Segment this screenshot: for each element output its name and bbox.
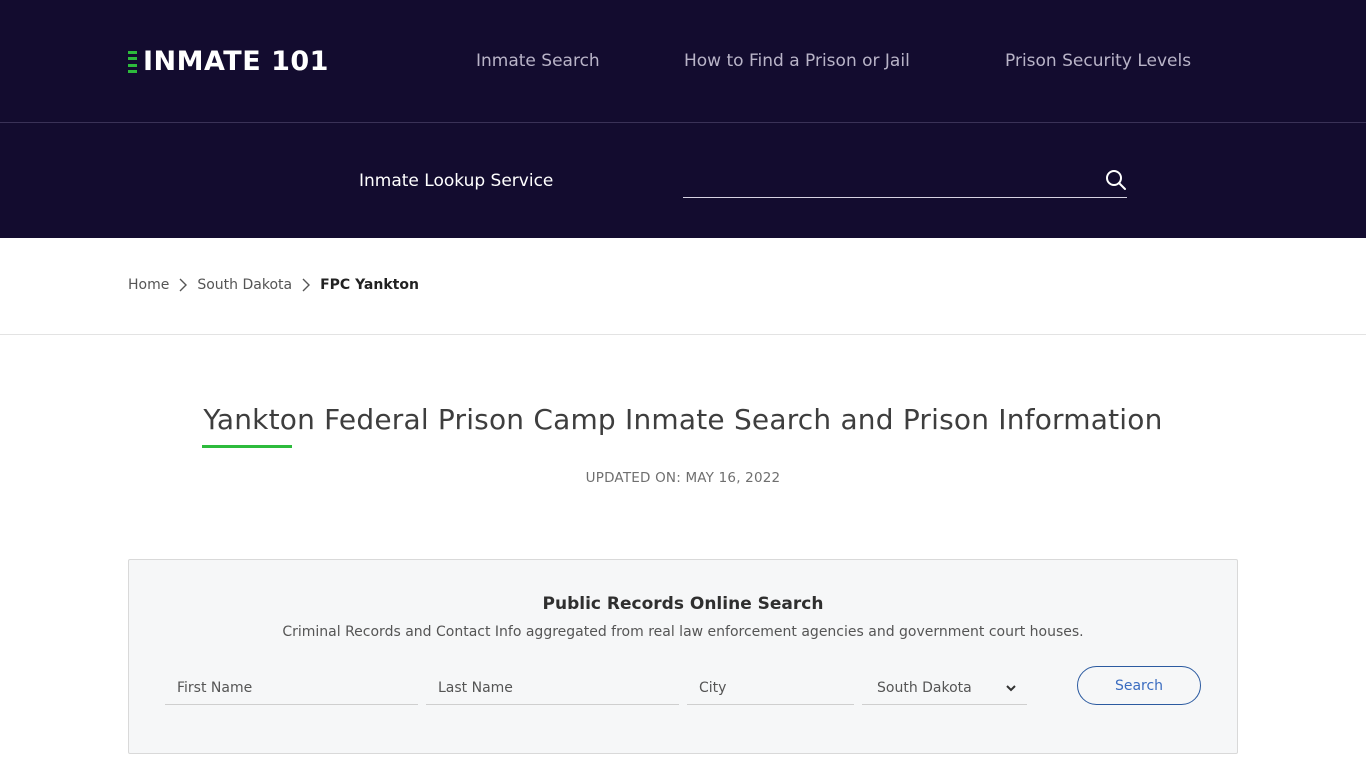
- state-select[interactable]: South Dakota: [862, 671, 1027, 705]
- state-select-value: South Dakota: [877, 679, 972, 696]
- breadcrumb-divider: [0, 334, 1366, 335]
- search-icon[interactable]: [1105, 169, 1127, 191]
- city-field: [687, 671, 854, 705]
- chevron-right-icon: [302, 278, 311, 292]
- logo[interactable]: INMATE 101: [128, 47, 329, 77]
- title-underline: [202, 445, 292, 448]
- breadcrumb-home[interactable]: Home: [128, 277, 169, 293]
- search-button[interactable]: Search: [1077, 666, 1201, 705]
- card-title: Public Records Online Search: [542, 594, 824, 614]
- nav-how-to-find-prison[interactable]: How to Find a Prison or Jail: [684, 48, 910, 74]
- first-name-field: [165, 671, 418, 705]
- first-name-input[interactable]: [165, 671, 418, 704]
- logo-bars-icon: [128, 51, 137, 73]
- chevron-down-icon: [1006, 684, 1016, 691]
- site-header: INMATE 101 Inmate Search How to Find a P…: [0, 0, 1366, 238]
- updated-date: UPDATED ON: MAY 16, 2022: [585, 470, 781, 486]
- breadcrumb-current: FPC Yankton: [320, 277, 419, 293]
- city-input[interactable]: [687, 671, 854, 704]
- card-subtitle: Criminal Records and Contact Info aggreg…: [282, 624, 1084, 640]
- chevron-right-icon: [179, 278, 188, 292]
- breadcrumb-south-dakota[interactable]: South Dakota: [197, 277, 292, 293]
- logo-text: INMATE 101: [143, 46, 329, 77]
- lookup-search-field: [683, 164, 1127, 198]
- header-divider: [0, 122, 1366, 123]
- last-name-input[interactable]: [426, 671, 679, 704]
- last-name-field: [426, 671, 679, 705]
- lookup-search-input[interactable]: [683, 164, 1083, 196]
- nav-prison-security-levels[interactable]: Prison Security Levels: [1005, 48, 1191, 74]
- lookup-label: Inmate Lookup Service: [359, 171, 554, 191]
- page-title: Yankton Federal Prison Camp Inmate Searc…: [203, 403, 1163, 436]
- public-records-search-card: Public Records Online Search Criminal Re…: [128, 559, 1238, 754]
- nav-inmate-search[interactable]: Inmate Search: [476, 48, 600, 74]
- breadcrumb: Home South Dakota FPC Yankton: [128, 274, 419, 296]
